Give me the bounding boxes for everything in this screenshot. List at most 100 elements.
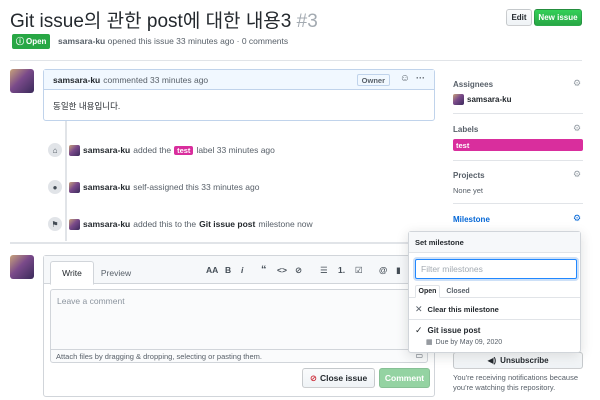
status-badge: ⓘ Open [12, 34, 51, 49]
quote-icon[interactable]: “ [261, 264, 267, 276]
header-divider [10, 60, 582, 61]
milestone-due-text: Due by May 09, 2020 [435, 338, 503, 346]
milestone-icon: ⚑ [46, 215, 64, 233]
person-icon: ● [46, 178, 64, 196]
clear-milestone-item[interactable]: ✕ Clear this milestone [415, 304, 499, 315]
mention-icon[interactable]: @ [379, 265, 387, 275]
milestone-popover: Set milestone Filter milestones Open Clo… [408, 231, 581, 353]
avatar [453, 94, 464, 105]
issue-opened-icon: ⓘ [16, 37, 24, 46]
avatar[interactable] [69, 181, 80, 193]
avatar[interactable] [69, 144, 80, 156]
close-issue-button[interactable]: ⊘ Close issue [302, 368, 375, 388]
timeline-post: label 33 minutes ago [196, 145, 275, 155]
italic-icon[interactable]: i [241, 265, 243, 275]
tab-write[interactable]: Write [50, 261, 94, 285]
assignees-heading[interactable]: Assignees [453, 80, 493, 89]
issue-meta: samsara-ku opened this issue 33 minutes … [58, 36, 288, 46]
unsubscribe-button[interactable]: ◀) Unsubscribe [453, 352, 583, 369]
timeline-text: samsara-ku added this to the Git issue p… [83, 219, 313, 229]
tab-preview[interactable]: Preview [96, 261, 136, 284]
sidebar-label-test[interactable]: test [453, 139, 583, 151]
code-icon[interactable]: <> [277, 265, 287, 275]
unsubscribe-label: Unsubscribe [500, 356, 549, 365]
issue-meta-text: opened this issue 33 minutes ago · 0 com… [107, 36, 289, 46]
timeline-item: ⚑ samsara-ku added this to the Git issue… [46, 215, 313, 233]
bullet-list-icon[interactable]: ☰ [320, 265, 328, 276]
edit-button[interactable]: Edit [506, 9, 532, 26]
tab-closed[interactable]: Closed [443, 285, 473, 298]
issue-closed-icon: ⊘ [309, 372, 317, 383]
timeline-pre: added this to the [133, 219, 197, 229]
close-issue-label: Close issue [319, 373, 368, 383]
milestone-due: ▦ Due by May 09, 2020 [426, 338, 503, 347]
gear-icon[interactable]: ⚙ [573, 78, 581, 89]
numbered-list-icon[interactable]: 1. [338, 265, 345, 275]
bold-icon[interactable]: B [225, 265, 231, 275]
sidebar-divider [453, 113, 583, 114]
gear-icon[interactable]: ⚙ [573, 213, 581, 224]
comment-box: samsara-ku commented 33 minutes ago Owne… [43, 69, 435, 121]
x-icon: ✕ [415, 304, 423, 314]
timeline-pre: added the [133, 145, 172, 155]
more-options-icon[interactable]: ··· [416, 73, 425, 83]
timeline-post: milestone now [258, 219, 313, 229]
timeline-user[interactable]: samsara-ku [83, 219, 130, 229]
bookmark-icon[interactable]: ▮ [396, 265, 401, 276]
timeline-user[interactable]: samsara-ku [83, 182, 130, 192]
owner-badge: Owner [356, 74, 390, 86]
notification-reason: You're receiving notifications because y… [453, 373, 578, 392]
text-size-icon[interactable]: AA [206, 265, 218, 275]
status-badge-label: Open [26, 37, 47, 46]
sidebar-divider [453, 160, 583, 161]
labels-heading[interactable]: Labels [453, 125, 478, 134]
task-list-icon[interactable]: ☑ [355, 265, 363, 276]
new-issue-button[interactable]: New issue [534, 9, 582, 26]
milestone-link[interactable]: Git issue post [199, 219, 255, 229]
milestone-option-title: Git issue post [427, 326, 481, 335]
timeline-pre: self-assigned this 33 minutes ago [133, 182, 260, 192]
gear-icon[interactable]: ⚙ [573, 123, 581, 134]
issue-author-link[interactable]: samsara-ku [58, 36, 105, 46]
issue-number: #3 [296, 11, 318, 32]
tag-icon: ⌂ [46, 141, 64, 159]
timeline-text: samsara-ku self-assigned this 33 minutes… [83, 182, 259, 192]
avatar[interactable] [10, 69, 34, 93]
issue-title-text: Git issue의 관한 post에 대한 내용3 [10, 11, 292, 32]
timeline-item: ⌂ samsara-ku added the test label 33 min… [46, 141, 275, 159]
issue-title: Git issue의 관한 post에 대한 내용3 #3 [10, 6, 318, 33]
projects-value: None yet [453, 186, 484, 195]
tab-open[interactable]: Open [415, 285, 440, 298]
timeline-user[interactable]: samsara-ku [83, 145, 130, 155]
calendar-icon: ▦ [426, 339, 433, 346]
milestone-heading[interactable]: Milestone [453, 215, 490, 224]
comment-time[interactable]: commented 33 minutes ago [103, 75, 208, 85]
comment-editor: Write Preview AA B i “ <> ⊘ ☰ 1. ☑ @ ▮ L… [43, 255, 435, 397]
timeline-item: ● samsara-ku self-assigned this 33 minut… [46, 178, 259, 196]
milestone-option[interactable]: ✓ Git issue post [415, 325, 480, 336]
sidebar-divider [453, 203, 583, 204]
timeline-text: samsara-ku added the test label 33 minut… [83, 145, 275, 155]
smiley-icon[interactable]: ☺ [400, 73, 410, 84]
comment-body: 동일한 내용입니다. [53, 101, 121, 111]
attach-files-bar[interactable]: Attach files by dragging & dropping, sel… [50, 349, 428, 363]
avatar[interactable] [69, 218, 80, 230]
assignee-name: samsara-ku [467, 95, 512, 104]
gear-icon[interactable]: ⚙ [573, 169, 581, 180]
projects-heading[interactable]: Projects [453, 171, 485, 180]
label-badge[interactable]: test [174, 145, 194, 155]
comment-header: samsara-ku commented 33 minutes ago Owne… [44, 70, 434, 90]
attach-files-text: Attach files by dragging & dropping, sel… [56, 351, 262, 361]
avatar[interactable] [10, 255, 34, 279]
filter-milestones-input[interactable]: Filter milestones [415, 259, 577, 279]
assignee-item[interactable]: samsara-ku [453, 94, 511, 105]
comment-button[interactable]: Comment [379, 368, 430, 388]
popover-title: Set milestone [409, 232, 580, 253]
popover-item-divider [409, 319, 580, 320]
comment-author-link[interactable]: samsara-ku [53, 75, 100, 85]
check-icon: ✓ [415, 325, 423, 335]
comment-textarea[interactable]: Leave a comment [50, 289, 428, 349]
link-icon[interactable]: ⊘ [295, 265, 302, 276]
clear-milestone-label: Clear this milestone [427, 305, 499, 314]
timeline-divider [10, 242, 435, 244]
